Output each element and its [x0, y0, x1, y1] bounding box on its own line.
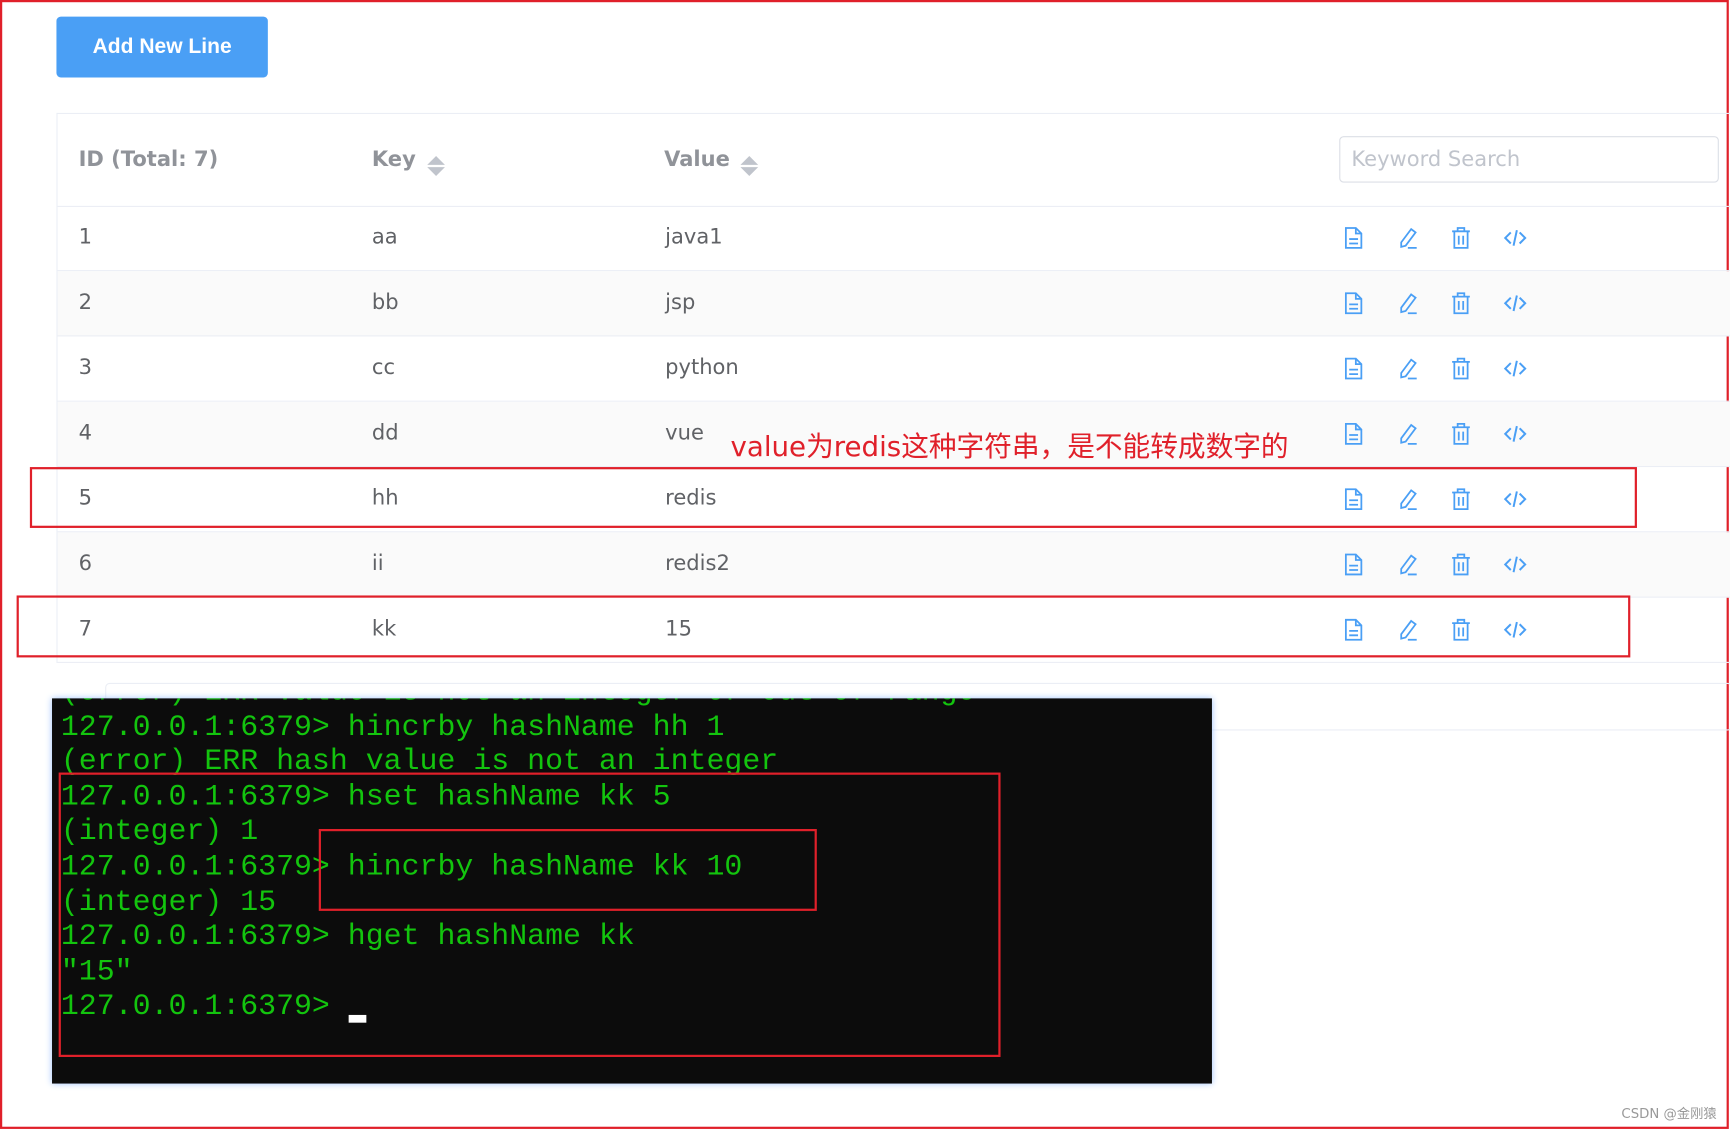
cell-key: dd — [371, 420, 399, 445]
cell-id: 4 — [78, 420, 92, 445]
edit-icon[interactable] — [1396, 356, 1420, 380]
delete-icon[interactable] — [1449, 291, 1473, 315]
table-row: 2 bb jsp — [57, 271, 1730, 337]
table-row: 3 cc python — [57, 336, 1730, 402]
document-icon[interactable] — [1341, 291, 1365, 315]
table-header: ID (Total: 7) Key Value — [57, 114, 1730, 207]
header-value-label: Value — [664, 147, 730, 172]
table-row: 6 ii redis2 — [57, 532, 1730, 598]
document-icon[interactable] — [1341, 422, 1365, 446]
document-icon[interactable] — [1341, 552, 1365, 576]
cell-value: jsp — [665, 289, 696, 315]
cell-key: cc — [371, 355, 396, 380]
highlight-hincrby-command — [318, 828, 817, 911]
header-key[interactable]: Key — [371, 147, 443, 174]
edit-icon[interactable] — [1396, 226, 1420, 250]
header-key-label: Key — [371, 147, 416, 172]
cell-value: python — [665, 355, 739, 380]
terminal-line: 127.0.0.1:6379> hincrby hashName hh 1 — [60, 711, 725, 745]
highlight-row-5 — [29, 467, 1637, 528]
cell-id: 1 — [78, 224, 92, 250]
cell-value: java1 — [665, 224, 723, 250]
code-icon[interactable] — [1503, 291, 1527, 315]
cell-key: ii — [371, 551, 384, 576]
cell-id: 3 — [78, 355, 92, 380]
cell-key: aa — [371, 224, 398, 250]
header-value[interactable]: Value — [664, 147, 757, 174]
table-row: 1 aa java1 — [57, 206, 1730, 272]
watermark: CSDN @金刚猿 — [1621, 1105, 1717, 1122]
cell-id: 2 — [78, 289, 92, 315]
add-new-line-button[interactable]: Add New Line — [56, 16, 268, 78]
header-id: ID (Total: 7) — [78, 147, 219, 172]
delete-icon[interactable] — [1449, 552, 1473, 576]
terminal-line: (error) ERR value is not an integer or o… — [61, 698, 976, 710]
code-icon[interactable] — [1503, 226, 1527, 250]
highlight-row-7 — [16, 595, 1631, 658]
code-icon[interactable] — [1503, 422, 1527, 446]
cell-value: redis2 — [665, 551, 730, 576]
data-table: ID (Total: 7) Key Value 1 aa java12 bb j… — [56, 112, 1730, 663]
keyword-search-input[interactable] — [1339, 136, 1719, 183]
delete-icon[interactable] — [1449, 422, 1473, 446]
code-icon[interactable] — [1503, 552, 1527, 576]
edit-icon[interactable] — [1396, 291, 1420, 315]
edit-icon[interactable] — [1396, 552, 1420, 576]
cell-id: 6 — [78, 551, 92, 576]
cell-value: vue — [665, 420, 704, 445]
annotation-text: value为redis这种字符串，是不能转成数字的 — [730, 430, 1289, 463]
document-icon[interactable] — [1341, 226, 1365, 250]
document-icon[interactable] — [1341, 356, 1365, 380]
cell-key: bb — [371, 289, 399, 315]
highlight-terminal-block — [58, 772, 1001, 1057]
code-icon[interactable] — [1503, 356, 1527, 380]
delete-icon[interactable] — [1449, 356, 1473, 380]
edit-icon[interactable] — [1396, 422, 1420, 446]
delete-icon[interactable] — [1449, 226, 1473, 250]
